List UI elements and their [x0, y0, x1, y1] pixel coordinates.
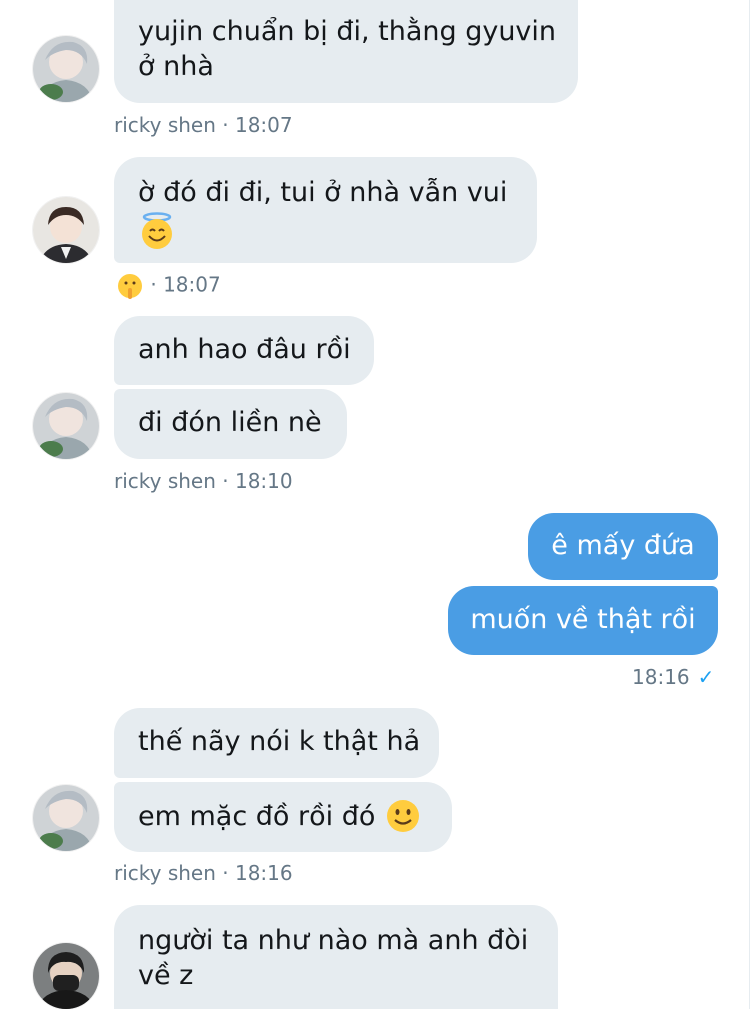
- message-text: yujin chuẩn bị đi, thằng gyuvin: [138, 16, 557, 47]
- avatar[interactable]: [33, 785, 99, 851]
- slightly-smiling-face-icon: [387, 800, 420, 832]
- message-bubble[interactable]: đi đón liền nè: [114, 389, 347, 459]
- message-bubble[interactable]: yujin chuẩn bị đi, thằng gyuvin ở nhà: [114, 0, 578, 103]
- message-meta: · 18:07: [116, 272, 221, 300]
- message-text: ờ đó đi đi, tui ở nhà vẫn vui: [138, 177, 508, 208]
- message-bubble[interactable]: muốn về thật rồi: [448, 586, 718, 655]
- message-text: đi đón liền nè: [138, 407, 322, 438]
- message-text: em mặc đồ rồi đó: [138, 798, 428, 834]
- message-meta: ricky shen · 18:07: [114, 113, 293, 137]
- message-time: 18:16: [632, 665, 690, 689]
- message-text: ê mấy đứa: [551, 530, 695, 561]
- message-bubble[interactable]: ê mấy đứa: [528, 513, 718, 580]
- avatar[interactable]: [33, 36, 99, 102]
- message-bubble[interactable]: em mặc đồ rồi đó: [114, 782, 452, 852]
- avatar[interactable]: [33, 943, 99, 1009]
- message-text: thế nãy nói k thật hả: [138, 726, 421, 757]
- message-text: muốn về thật rồi: [470, 604, 696, 635]
- message-time: · 18:07: [150, 272, 221, 297]
- message-bubble[interactable]: anh hao đâu rồi: [114, 316, 374, 385]
- message-text: em mặc đồ rồi đó: [138, 800, 376, 832]
- message-meta: ricky shen · 18:16: [114, 861, 293, 885]
- smiling-face-with-halo-icon: [142, 212, 172, 249]
- message-bubble[interactable]: ờ đó đi đi, tui ở nhà vẫn vui: [114, 157, 537, 263]
- message-bubble[interactable]: thế nãy nói k thật hả: [114, 708, 439, 778]
- avatar[interactable]: [33, 393, 99, 459]
- message-text: anh hao đâu rồi: [138, 334, 351, 365]
- avatar[interactable]: [33, 197, 99, 263]
- message-bubble[interactable]: người ta như nào mà anh đòi về z: [114, 905, 558, 1009]
- check-icon: ✓: [697, 665, 715, 689]
- message-text: ở nhà: [138, 51, 214, 82]
- message-text: người ta như nào mà anh đòi: [138, 925, 529, 956]
- message-text: về z: [138, 960, 194, 991]
- message-meta: 18:16 ✓: [632, 665, 714, 689]
- message-meta: ricky shen · 18:10: [114, 469, 293, 493]
- shushing-face-icon: [118, 274, 142, 299]
